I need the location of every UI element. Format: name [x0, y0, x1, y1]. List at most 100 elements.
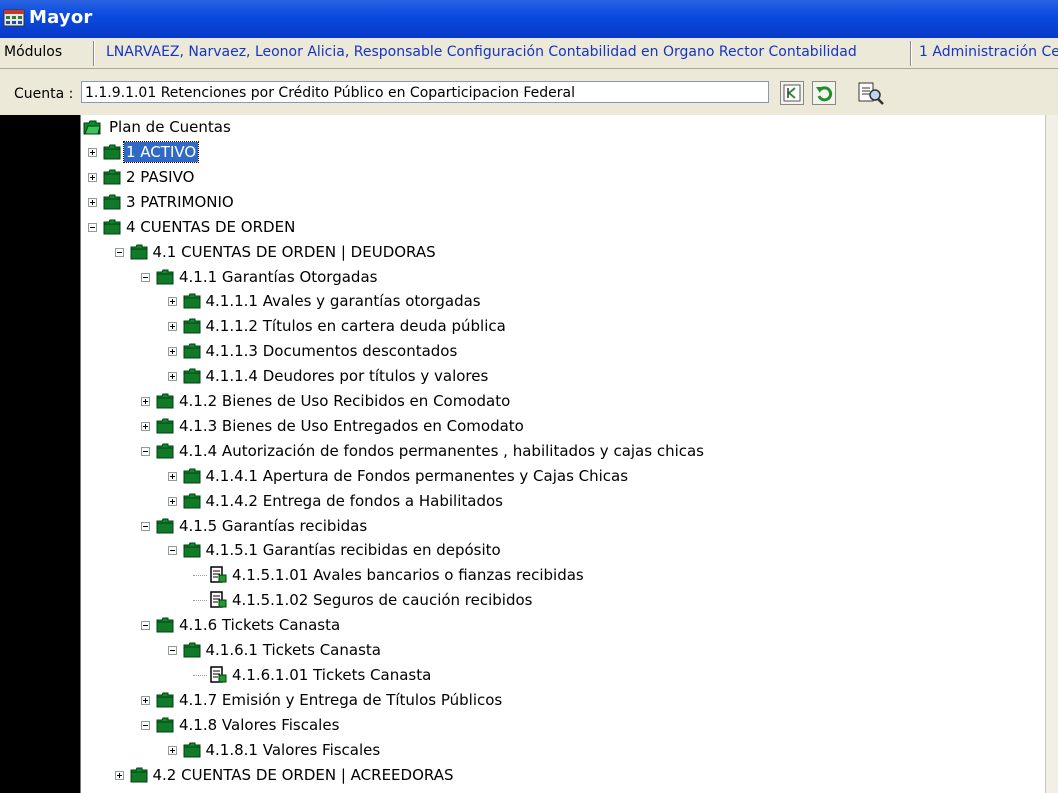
find-document-icon[interactable]: [855, 79, 887, 107]
tree-node-label: 4.1.7 Emisión y Entrega de Títulos Públi…: [179, 691, 503, 709]
folder-icon: [183, 493, 200, 509]
folder-icon: [183, 742, 200, 758]
tree-node[interactable]: 4.1.2 Bienes de Uso Recibidos en Comodat…: [81, 390, 1041, 412]
account-leaf-icon: [210, 566, 227, 583]
folder-icon: [183, 293, 200, 309]
collapse-icon[interactable]: [167, 646, 177, 655]
expand-icon[interactable]: [167, 372, 177, 381]
collapse-icon[interactable]: [167, 546, 177, 555]
folder-icon: [156, 692, 174, 708]
folder-icon: [183, 468, 200, 484]
title-bar: Mayor: [0, 0, 1058, 38]
tree-node-label: 4.1.1.2 Títulos en cartera deuda pública: [205, 317, 506, 335]
tree-node-label: 4.1.5.1.01 Avales bancarios o fianzas re…: [232, 566, 584, 584]
tree-node[interactable]: 4.1.1 Garantías Otorgadas: [81, 266, 1041, 288]
expand-icon[interactable]: [141, 422, 150, 431]
tree-node[interactable]: 4.1.4 Autorización de fondos permanentes…: [81, 440, 1041, 462]
tree-node[interactable]: 4.1.5.1.01 Avales bancarios o fianzas re…: [81, 564, 1041, 586]
expand-icon[interactable]: [141, 696, 150, 705]
user-info: LNARVAEZ, Narvaez, Leonor Alicia, Respon…: [106, 44, 857, 60]
modules-menu[interactable]: Módulos: [4, 44, 62, 60]
info-bar: Módulos LNARVAEZ, Narvaez, Leonor Alicia…: [0, 38, 1058, 69]
expand-icon[interactable]: [167, 322, 177, 331]
expand-icon[interactable]: [88, 198, 97, 207]
cuenta-label: Cuenta :: [14, 86, 74, 102]
folder-icon: [103, 169, 121, 185]
tree-node-label: 4.1.1.3 Documentos descontados: [205, 342, 458, 360]
folder-icon: [103, 144, 121, 160]
tree-node[interactable]: 4.2 CUENTAS DE ORDEN | ACREEDORAS: [81, 764, 1041, 786]
tree-node[interactable]: 2 PASIVO: [81, 166, 1041, 188]
tree-node-label: 4.1.6 Tickets Canasta: [179, 616, 341, 634]
tree-connector: [193, 575, 207, 576]
tree-node-label: 4.1.4.1 Apertura de Fondos permanentes y…: [205, 467, 629, 485]
separator: [93, 41, 95, 66]
tree-node-label: 4.1.6.1 Tickets Canasta: [205, 641, 381, 659]
tree-node-label: 4.1.8.1 Valores Fiscales: [205, 741, 381, 759]
folder-icon: [156, 443, 174, 459]
tree-node[interactable]: 3 PATRIMONIO: [81, 191, 1041, 213]
expand-icon[interactable]: [167, 497, 177, 506]
collapse-icon[interactable]: [141, 273, 150, 282]
back-button[interactable]: [780, 81, 804, 105]
collapse-icon[interactable]: [88, 223, 97, 232]
app-icon: [3, 9, 25, 27]
collapse-icon[interactable]: [141, 522, 150, 531]
account-leaf-icon: [210, 666, 227, 683]
collapse-icon[interactable]: [141, 447, 150, 456]
folder-icon: [156, 393, 174, 409]
expand-icon[interactable]: [114, 771, 124, 780]
tree-node[interactable]: 1 ACTIVO: [81, 141, 1041, 163]
tree-node[interactable]: 4.1.6 Tickets Canasta: [81, 614, 1041, 636]
expand-icon[interactable]: [167, 347, 177, 356]
folder-icon: [130, 244, 147, 260]
tree-node[interactable]: 4.1.3 Bienes de Uso Entregados en Comoda…: [81, 415, 1041, 437]
expand-icon[interactable]: [167, 297, 177, 306]
account-leaf-icon: [210, 591, 227, 608]
accounts-tree[interactable]: Plan de Cuentas 1 ACTIVO 2 PASIVO 3 PATRIM…: [80, 115, 1046, 793]
expand-icon[interactable]: [88, 148, 97, 157]
expand-icon[interactable]: [141, 397, 150, 406]
tree-node[interactable]: 4.1.1.3 Documentos descontados: [81, 340, 1041, 362]
tree-node-label: 4.1.1.1 Avales y garantías otorgadas: [205, 292, 481, 310]
tree-node-label: 4.1 CUENTAS DE ORDEN | DEUDORAS: [152, 243, 436, 261]
tree-node-label: 4.2 CUENTAS DE ORDEN | ACREEDORAS: [152, 766, 454, 784]
tree-node[interactable]: 4.1.7 Emisión y Entrega de Títulos Públi…: [81, 689, 1041, 711]
tree-node-label: 4.1.3 Bienes de Uso Entregados en Comoda…: [179, 417, 524, 435]
tree-node[interactable]: 4.1.8.1 Valores Fiscales: [81, 739, 1041, 761]
collapse-icon[interactable]: [141, 721, 150, 730]
tree-node[interactable]: 4.1.4.2 Entrega de fondos a Habilitados: [81, 490, 1041, 512]
folder-icon: [183, 343, 200, 359]
tree-node[interactable]: 4.1.5.1.02 Seguros de caución recibidos: [81, 589, 1041, 611]
tree-node[interactable]: 4.1.8 Valores Fiscales: [81, 714, 1041, 736]
refresh-button[interactable]: [812, 81, 836, 105]
folder-icon: [183, 318, 200, 334]
expand-icon[interactable]: [167, 472, 177, 481]
tree-node[interactable]: 4.1.6.1 Tickets Canasta: [81, 639, 1041, 661]
folder-icon: [130, 767, 147, 783]
refresh-icon: [816, 86, 833, 102]
tree-node[interactable]: 4.1.1.1 Avales y garantías otorgadas: [81, 290, 1041, 312]
cuenta-bar: Cuenta : 1.1.9.1.01 Retenciones por Créd…: [0, 69, 1058, 115]
tree-node[interactable]: 4 CUENTAS DE ORDEN: [81, 216, 1041, 238]
collapse-icon[interactable]: [114, 248, 124, 257]
expand-icon[interactable]: [167, 746, 177, 755]
tree-node-label: 4.1.4 Autorización de fondos permanentes…: [179, 442, 704, 460]
folder-icon: [156, 717, 174, 733]
folder-icon: [183, 368, 200, 384]
tree-node[interactable]: 4.1.1.4 Deudores por títulos y valores: [81, 365, 1041, 387]
tree-node[interactable]: 4.1.5.1 Garantías recibidas en depósito: [81, 539, 1041, 561]
cuenta-field[interactable]: 1.1.9.1.01 Retenciones por Crédito Públi…: [81, 81, 769, 103]
tree-node-label: 4.1.5.1.02 Seguros de caución recibidos: [232, 591, 533, 609]
tree-node[interactable]: 4.1.6.1.01 Tickets Canasta: [81, 664, 1041, 686]
expand-icon[interactable]: [88, 173, 97, 182]
collapse-icon[interactable]: [141, 621, 150, 630]
administration-info: 1 Administración Ce: [919, 44, 1058, 60]
tree-node[interactable]: 4.1.1.2 Títulos en cartera deuda pública: [81, 315, 1041, 337]
vertical-scrollbar[interactable]: [1045, 115, 1058, 793]
open-folder-icon: [83, 120, 101, 135]
tree-node[interactable]: 4.1.4.1 Apertura de Fondos permanentes y…: [81, 465, 1041, 487]
tree-node[interactable]: 4.1 CUENTAS DE ORDEN | DEUDORAS: [81, 241, 1041, 263]
tree-node-label: 3 PATRIMONIO: [126, 193, 234, 211]
tree-node[interactable]: 4.1.5 Garantías recibidas: [81, 515, 1041, 537]
